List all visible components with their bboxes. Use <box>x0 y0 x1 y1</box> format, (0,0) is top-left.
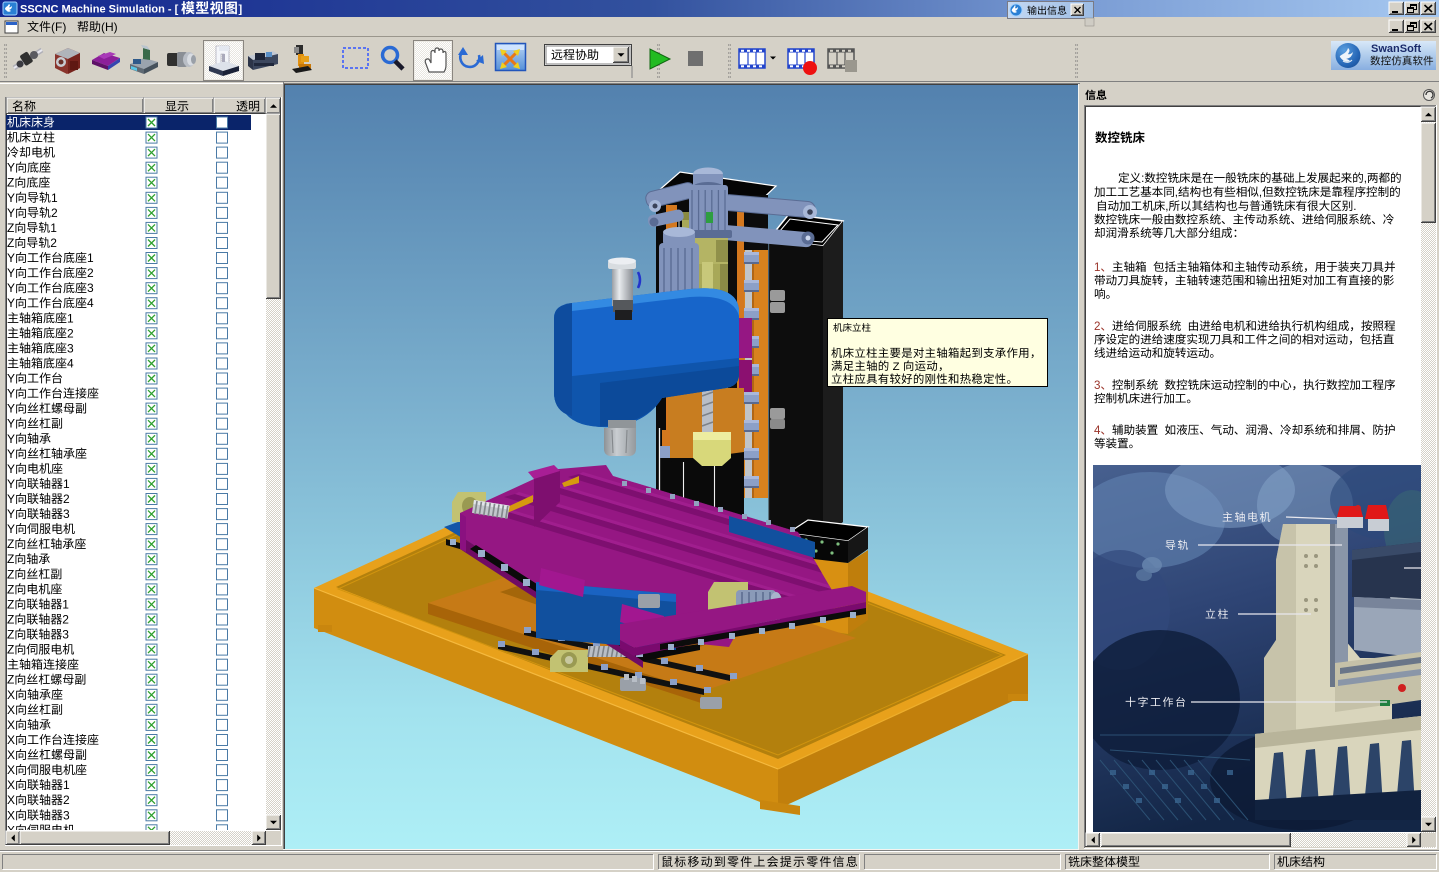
svg-text:Z: Z <box>7 537 14 551</box>
svg-text:1: 1 <box>67 311 74 325</box>
svg-text:SSCNC Machine Simulation - [: SSCNC Machine Simulation - [ <box>20 4 179 16</box>
svg-text:Y: Y <box>7 191 15 205</box>
svg-text:Y: Y <box>7 251 15 265</box>
svg-text:1: 1 <box>62 597 69 611</box>
svg-text:1: 1 <box>50 221 57 235</box>
svg-text:2: 2 <box>63 492 70 506</box>
svg-text:,: , <box>1259 186 1262 199</box>
svg-text:Y: Y <box>7 206 15 220</box>
svg-text:Z: Z <box>7 552 14 566</box>
svg-text:SwanSoft: SwanSoft <box>1371 43 1421 55</box>
svg-text:Z: Z <box>7 582 14 596</box>
svg-text:Z: Z <box>7 221 14 235</box>
svg-text:Y: Y <box>7 462 15 476</box>
svg-text:Y: Y <box>7 492 15 506</box>
svg-text:3: 3 <box>62 628 69 642</box>
svg-text::: : <box>1141 172 1144 185</box>
svg-text:Y: Y <box>7 447 15 461</box>
svg-text:.: . <box>1353 200 1356 213</box>
svg-text:Z: Z <box>7 643 14 657</box>
svg-text:Y: Y <box>7 161 15 175</box>
svg-text:Y: Y <box>7 507 15 521</box>
svg-text:1: 1 <box>63 477 70 491</box>
svg-text:X: X <box>7 703 15 717</box>
svg-text:Z: Z <box>7 236 14 250</box>
svg-text:Z: Z <box>7 176 14 190</box>
svg-text:]: ] <box>239 4 243 16</box>
svg-text:Z: Z <box>7 567 14 581</box>
svg-text:3: 3 <box>87 281 94 295</box>
svg-text:3: 3 <box>1094 379 1100 392</box>
svg-text:X: X <box>7 808 15 822</box>
svg-text:4: 4 <box>1094 424 1101 437</box>
svg-text:Y: Y <box>7 296 15 310</box>
svg-text:,: , <box>1364 172 1367 185</box>
svg-text:X: X <box>7 763 15 777</box>
svg-text:X: X <box>7 793 15 807</box>
svg-text:X: X <box>7 748 15 762</box>
svg-text:2: 2 <box>1094 320 1100 333</box>
svg-text:X: X <box>7 778 15 792</box>
svg-text:Y: Y <box>7 417 15 431</box>
svg-text:Y: Y <box>7 387 15 401</box>
svg-text:3: 3 <box>63 507 70 521</box>
svg-text:Y: Y <box>7 402 15 416</box>
svg-text:1: 1 <box>63 778 70 792</box>
svg-text:2: 2 <box>63 793 70 807</box>
svg-text:2: 2 <box>67 326 74 340</box>
svg-text:(F): (F) <box>51 20 66 34</box>
svg-text:Y: Y <box>7 477 15 491</box>
svg-text:Y: Y <box>7 432 15 446</box>
svg-text:Z: Z <box>7 613 14 627</box>
svg-text:2: 2 <box>62 613 69 627</box>
svg-text:4: 4 <box>87 296 94 310</box>
svg-text:Z: Z <box>7 597 14 611</box>
svg-text:Y: Y <box>7 372 15 386</box>
svg-text:Z: Z <box>7 673 14 687</box>
svg-text:Z: Z <box>7 628 14 642</box>
svg-text:,: , <box>1165 200 1168 213</box>
svg-text:Z: Z <box>890 361 903 373</box>
svg-text:2: 2 <box>51 206 58 220</box>
svg-text:(H): (H) <box>101 20 118 34</box>
svg-text:,: , <box>1175 186 1178 199</box>
svg-text:3: 3 <box>63 808 70 822</box>
svg-text:4: 4 <box>67 357 74 371</box>
svg-text:1: 1 <box>87 251 94 265</box>
svg-text:2: 2 <box>50 236 57 250</box>
svg-text:X: X <box>7 718 15 732</box>
svg-text:1: 1 <box>51 191 58 205</box>
svg-text:Y: Y <box>7 281 15 295</box>
svg-text:1: 1 <box>1094 261 1100 274</box>
svg-text:2: 2 <box>87 266 94 280</box>
svg-text:X: X <box>7 733 15 747</box>
svg-text:Y: Y <box>7 522 15 536</box>
svg-text:X: X <box>7 688 15 702</box>
svg-text:Y: Y <box>7 266 15 280</box>
svg-text:3: 3 <box>67 341 74 355</box>
